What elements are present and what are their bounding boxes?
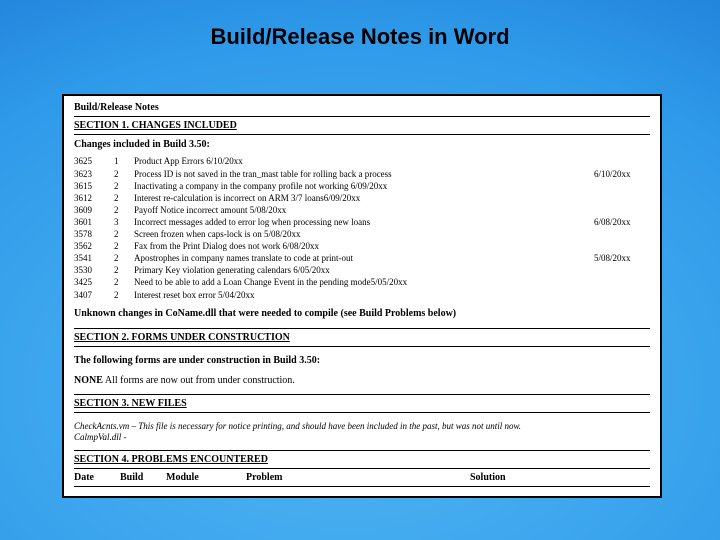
cell-build: 2 — [114, 241, 134, 252]
new-file-1: CheckAcnts.vm – This file is necessary f… — [74, 421, 650, 432]
section2-title: SECTION 2. FORMS UNDER CONSTRUCTION — [74, 332, 650, 344]
cell-date: 5/08/20xx — [594, 253, 650, 264]
cell-build: 3 — [114, 217, 134, 228]
section2-subtitle: The following forms are under constructi… — [74, 355, 650, 367]
cell-desc: Fax from the Print Dialog does not work … — [134, 241, 594, 252]
cell-build: 2 — [114, 290, 134, 301]
table-row: 34252Need to be able to add a Loan Chang… — [74, 277, 650, 288]
cell-desc: Inactivating a company in the company pr… — [134, 181, 594, 192]
table-row: 36122Interest re-calculation is incorrec… — [74, 193, 650, 204]
cell-build: 2 — [114, 229, 134, 240]
cell-id: 3541 — [74, 253, 114, 264]
cell-desc: Incorrect messages added to error log wh… — [134, 217, 594, 228]
table-row: 36232Process ID is not saved in the tran… — [74, 169, 650, 180]
cell-id: 3612 — [74, 193, 114, 204]
section4-title: SECTION 4. PROBLEMS ENCOUNTERED — [74, 454, 650, 466]
section2-body: NONE All forms are now out from under co… — [74, 375, 650, 387]
col-build: Build — [120, 472, 166, 484]
col-solution: Solution — [470, 472, 650, 484]
cell-id: 3623 — [74, 169, 114, 180]
cell-desc: Product App Errors 6/10/20xx — [134, 156, 594, 167]
section1-subtitle: Changes included in Build 3.50: — [74, 139, 650, 151]
table-row: 34072Interest reset box error 5/04/20xx — [74, 290, 650, 301]
slide-title: Build/Release Notes in Word — [0, 24, 720, 50]
cell-desc: Need to be able to add a Loan Change Eve… — [134, 277, 594, 288]
col-module: Module — [166, 472, 246, 484]
unknown-changes: Unknown changes in CoName.dll that were … — [74, 308, 650, 320]
rule — [74, 450, 650, 451]
cell-id: 3562 — [74, 241, 114, 252]
section4-headers: Date Build Module Problem Solution — [74, 472, 650, 484]
cell-id: 3407 — [74, 290, 114, 301]
new-file-2: CalmpVal.dll - — [74, 432, 650, 443]
cell-build: 1 — [114, 156, 134, 167]
rule — [74, 394, 650, 395]
cell-build: 2 — [114, 277, 134, 288]
cell-id: 3625 — [74, 156, 114, 167]
cell-build: 2 — [114, 205, 134, 216]
table-row: 35302Primary Key violation generating ca… — [74, 265, 650, 276]
document: Build/Release Notes SECTION 1. CHANGES I… — [62, 94, 662, 498]
doc-heading: Build/Release Notes — [74, 102, 650, 114]
table-row: 35412Apostrophes in company names transl… — [74, 253, 650, 264]
cell-date: 6/10/20xx — [594, 169, 650, 180]
rule — [74, 116, 650, 117]
rule — [74, 328, 650, 329]
table-row: 35782Screen frozen when caps-lock is on … — [74, 229, 650, 240]
rule — [74, 134, 650, 135]
slide: Build/Release Notes in Word Build/Releas… — [0, 0, 720, 540]
cell-build: 2 — [114, 181, 134, 192]
cell-desc: Primary Key violation generating calenda… — [134, 265, 594, 276]
cell-desc: Apostrophes in company names translate t… — [134, 253, 594, 264]
cell-desc: Interest re-calculation is incorrect on … — [134, 193, 594, 204]
col-date: Date — [74, 472, 120, 484]
cell-build: 2 — [114, 193, 134, 204]
rule — [74, 468, 650, 469]
cell-id: 3425 — [74, 277, 114, 288]
cell-id: 3615 — [74, 181, 114, 192]
col-problem: Problem — [246, 472, 470, 484]
rule — [74, 346, 650, 347]
cell-build: 2 — [114, 253, 134, 264]
cell-build: 2 — [114, 265, 134, 276]
rule — [74, 412, 650, 413]
table-row: 35622Fax from the Print Dialog does not … — [74, 241, 650, 252]
cell-desc: Process ID is not saved in the tran_mast… — [134, 169, 594, 180]
cell-desc: Payoff Notice incorrect amount 5/08/20xx — [134, 205, 594, 216]
cell-id: 3609 — [74, 205, 114, 216]
cell-date: 6/08/20xx — [594, 217, 650, 228]
rule — [74, 486, 650, 487]
file-desc: – This file is necessary for notice prin… — [129, 421, 521, 431]
none-label: NONE — [74, 375, 103, 386]
table-row: 36251Product App Errors 6/10/20xx — [74, 156, 650, 167]
cell-id: 3530 — [74, 265, 114, 276]
section3-title: SECTION 3. NEW FILES — [74, 398, 650, 410]
file-name: CheckAcnts.vm — [74, 421, 129, 431]
table-row: 36092Payoff Notice incorrect amount 5/08… — [74, 205, 650, 216]
cell-desc: Interest reset box error 5/04/20xx — [134, 290, 594, 301]
cell-desc: Screen frozen when caps-lock is on 5/08/… — [134, 229, 594, 240]
table-row: 36152Inactivating a company in the compa… — [74, 181, 650, 192]
table-row: 36013Incorrect messages added to error l… — [74, 217, 650, 228]
section2-body-rest: All forms are now out from under constru… — [103, 375, 295, 386]
cell-id: 3601 — [74, 217, 114, 228]
cell-build: 2 — [114, 169, 134, 180]
changes-table: 36251Product App Errors 6/10/20xx 36232P… — [74, 156, 650, 300]
cell-id: 3578 — [74, 229, 114, 240]
section1-title: SECTION 1. CHANGES INCLUDED — [74, 120, 650, 132]
